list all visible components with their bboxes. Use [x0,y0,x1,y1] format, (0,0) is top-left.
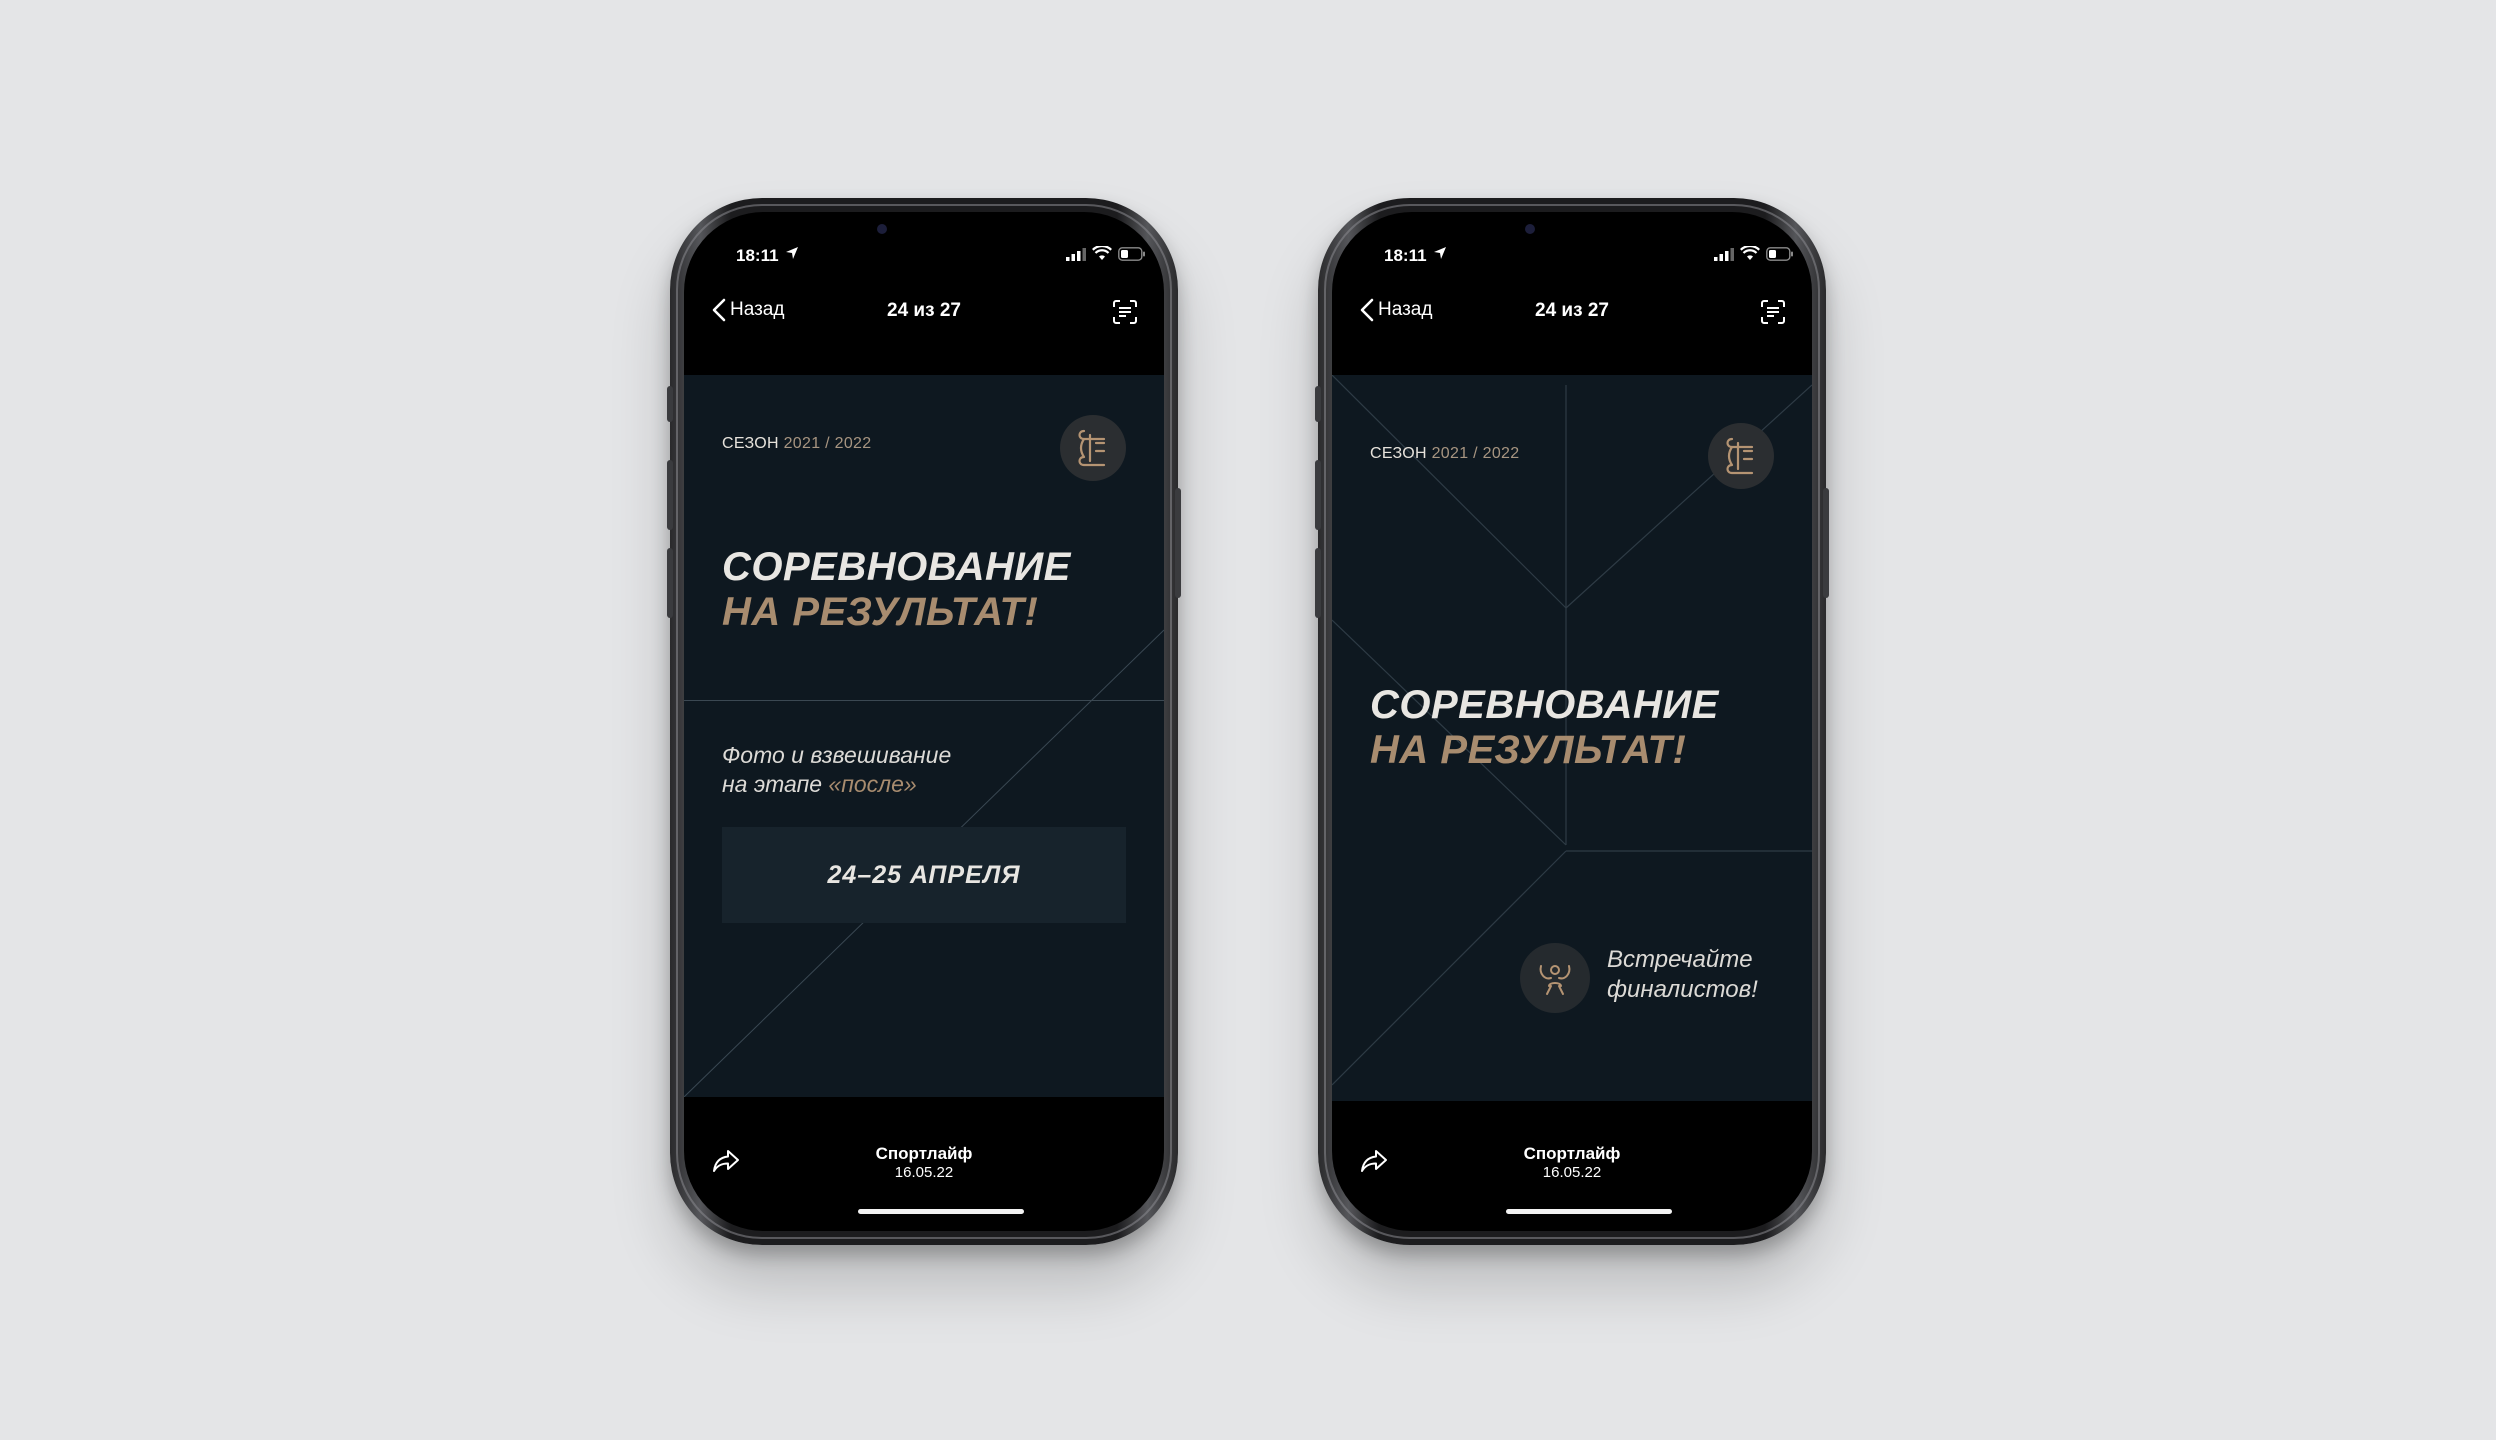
volume-up-button [667,460,673,530]
decorative-lines [684,629,1164,1097]
notch [859,212,1019,252]
cellular-signal-icon [1066,248,1086,261]
author-name: Спортлайф [875,1144,973,1163]
author-name: Спортлайф [1523,1144,1621,1163]
post-date: 16.05.22 [1542,1164,1602,1181]
finalists-caption: Встречайте финалистов! [1607,946,1758,1003]
season-label: СЕЗОН 2021 / 2022 [1370,445,1520,462]
brand-logo-icon [1060,415,1126,481]
phone-mockup-right: 18:11 Назад 24 из 27 СЕЗОН 2021 / 2022 С… [1315,198,1829,1245]
season-years: 2021 / 2022 [783,435,872,452]
power-button [1823,488,1829,598]
headline: СОРЕВНОВАНИЕ НА РЕЗУЛЬТАТ! [722,545,1071,635]
date-banner: 24–25 АПРЕЛЯ [722,827,1126,923]
power-button [1175,488,1181,598]
navigation-bar: Назад 24 из 27 [684,284,1164,340]
headline-line-2: НА РЕЗУЛЬТАТ! [722,590,1039,634]
post-image[interactable]: СЕЗОН 2021 / 2022 СОРЕВНОВАНИЕ НА РЕЗУЛЬ… [684,375,1164,1097]
navigation-bar: Назад 24 из 27 [1332,284,1812,340]
mute-switch [667,386,673,422]
front-camera [877,224,887,234]
subtitle-accent: «после» [828,771,917,797]
post-date: 16.05.22 [894,1164,954,1181]
headline-line-2: НА РЕЗУЛЬТАТ! [1370,728,1687,772]
front-camera [1525,224,1535,234]
brand-logo-icon [1708,423,1774,489]
bottom-toolbar: Спортлайф 16.05.22 [1332,1132,1812,1192]
photo-counter-title: 24 из 27 [1535,300,1609,321]
battery-icon [1766,247,1793,261]
photo-counter-title: 24 из 27 [887,300,961,321]
home-indicator[interactable] [858,1209,1024,1214]
headline-line-1: СОРЕВНОВАНИЕ [1370,683,1719,727]
phone-mockup-left: 18:11 Назад 24 из 27 СЕЗОН 2021 / 2022 С… [667,198,1181,1245]
finalists-trophy-icon [1520,943,1590,1013]
volume-up-button [1315,460,1321,530]
text-scan-icon[interactable] [1760,299,1786,325]
headline-line-1: СОРЕВНОВАНИЕ [722,545,1071,589]
wifi-icon [1092,246,1112,260]
wifi-icon [1740,246,1760,260]
mute-switch [1315,386,1321,422]
phone-screen: 18:11 Назад 24 из 27 СЕЗОН 2021 / 2022 С… [1332,212,1812,1231]
cellular-signal-icon [1714,248,1734,261]
text-scan-icon[interactable] [1112,299,1138,325]
volume-down-button [1315,548,1321,618]
status-time: 18:11 [736,246,779,265]
subtitle: Фото и взвешивание на этапе «после» [722,742,952,797]
phone-screen: 18:11 Назад 24 из 27 СЕЗОН 2021 / 2022 С… [684,212,1164,1231]
post-image[interactable]: СЕЗОН 2021 / 2022 СОРЕВНОВАНИЕ НА РЕЗУЛЬ… [1332,375,1812,1101]
season-years: 2021 / 2022 [1431,445,1520,462]
battery-icon [1118,247,1145,261]
volume-down-button [667,548,673,618]
status-time: 18:11 [1384,246,1427,265]
headline: СОРЕВНОВАНИЕ НА РЕЗУЛЬТАТ! [1370,683,1719,773]
bottom-toolbar: Спортлайф 16.05.22 [684,1132,1164,1192]
location-arrow-icon [1434,247,1446,259]
location-arrow-icon [786,247,798,259]
home-indicator[interactable] [1506,1209,1672,1214]
notch [1507,212,1667,252]
divider-line [684,700,1164,701]
season-label: СЕЗОН 2021 / 2022 [722,435,872,452]
